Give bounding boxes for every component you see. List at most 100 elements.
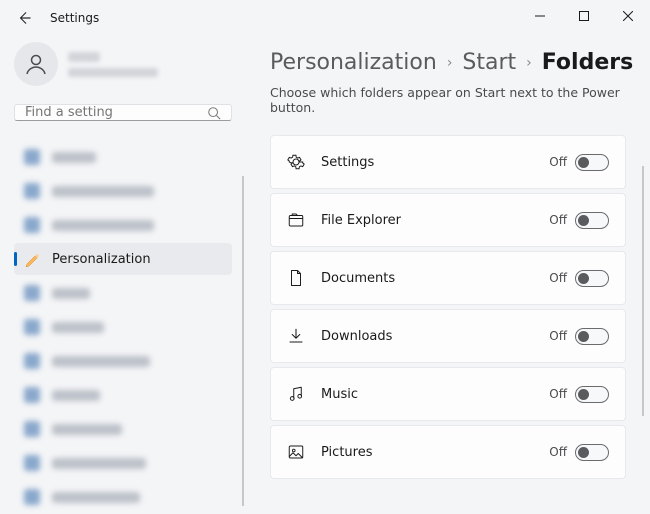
sidebar-item[interactable] bbox=[14, 175, 232, 207]
window-controls bbox=[518, 0, 650, 36]
user-name-redacted bbox=[68, 52, 100, 62]
search-box[interactable] bbox=[14, 104, 232, 121]
user-meta bbox=[68, 52, 158, 77]
toggle-knob bbox=[578, 447, 589, 458]
sidebar-item[interactable] bbox=[14, 209, 232, 241]
folder-label: File Explorer bbox=[321, 213, 549, 228]
sidebar-item[interactable] bbox=[14, 481, 232, 513]
toggle-state: Off bbox=[549, 213, 567, 227]
toggle-knob bbox=[578, 389, 589, 400]
redacted-label bbox=[52, 220, 154, 231]
folder-card-file-explorer: File Explorer Off bbox=[270, 193, 626, 247]
person-icon bbox=[24, 52, 48, 76]
folder-card-settings: Settings Off bbox=[270, 135, 626, 189]
redacted-label bbox=[52, 458, 146, 469]
toggle-state: Off bbox=[549, 387, 567, 401]
toggle-knob bbox=[578, 157, 589, 168]
redacted-icon bbox=[24, 217, 40, 233]
sidebar-item[interactable] bbox=[14, 277, 232, 309]
close-button[interactable] bbox=[606, 0, 650, 32]
arrow-left-icon bbox=[17, 11, 31, 25]
folder-icon bbox=[287, 211, 305, 229]
redacted-label bbox=[52, 322, 104, 333]
toggle-state: Off bbox=[549, 445, 567, 459]
toggle-switch[interactable] bbox=[575, 386, 609, 403]
redacted-icon bbox=[24, 421, 40, 437]
folder-card-music: Music Off bbox=[270, 367, 626, 421]
chevron-right-icon: › bbox=[447, 55, 453, 71]
sidebar: Personalization bbox=[0, 36, 246, 514]
personalization-icon bbox=[24, 251, 40, 267]
crumb-personalization[interactable]: Personalization bbox=[270, 50, 437, 75]
folder-label: Documents bbox=[321, 271, 549, 286]
download-icon bbox=[287, 327, 305, 345]
redacted-label bbox=[52, 152, 96, 163]
redacted-icon bbox=[24, 183, 40, 199]
toggle-knob bbox=[578, 331, 589, 342]
document-icon bbox=[287, 269, 305, 287]
main-scrollbar[interactable] bbox=[642, 166, 644, 416]
redacted-label bbox=[52, 288, 90, 299]
sidebar-item-personalization[interactable]: Personalization bbox=[14, 243, 232, 275]
redacted-icon bbox=[24, 489, 40, 505]
crumb-start[interactable]: Start bbox=[462, 50, 516, 75]
redacted-icon bbox=[24, 149, 40, 165]
sidebar-scrollbar[interactable] bbox=[242, 176, 244, 506]
minimize-icon bbox=[535, 11, 545, 21]
folder-label: Settings bbox=[321, 155, 549, 170]
minimize-button[interactable] bbox=[518, 0, 562, 32]
redacted-icon bbox=[24, 319, 40, 335]
folder-label: Music bbox=[321, 387, 549, 402]
sidebar-item[interactable] bbox=[14, 141, 232, 173]
redacted-label bbox=[52, 186, 154, 197]
toggle-switch[interactable] bbox=[575, 154, 609, 171]
main-panel: Personalization › Start › Folders Choose… bbox=[246, 36, 650, 514]
maximize-icon bbox=[579, 11, 589, 21]
toggle-state: Off bbox=[549, 329, 567, 343]
maximize-button[interactable] bbox=[562, 0, 606, 32]
user-block[interactable] bbox=[14, 42, 232, 86]
window-title: Settings bbox=[50, 11, 99, 25]
folder-card-downloads: Downloads Off bbox=[270, 309, 626, 363]
toggle-state: Off bbox=[549, 155, 567, 169]
chevron-right-icon: › bbox=[526, 55, 532, 71]
toggle-switch[interactable] bbox=[575, 444, 609, 461]
avatar bbox=[14, 42, 58, 86]
redacted-icon bbox=[24, 387, 40, 403]
user-email-redacted bbox=[68, 68, 158, 77]
toggle-knob bbox=[578, 273, 589, 284]
redacted-icon bbox=[24, 285, 40, 301]
search-icon bbox=[207, 106, 221, 120]
redacted-label bbox=[52, 356, 150, 367]
settings-icon bbox=[287, 153, 305, 171]
redacted-icon bbox=[24, 455, 40, 471]
sidebar-item[interactable] bbox=[14, 413, 232, 445]
folder-card-list: Settings Off File Explorer Off Documents… bbox=[270, 135, 626, 479]
toggle-switch[interactable] bbox=[575, 212, 609, 229]
back-button[interactable] bbox=[14, 8, 34, 28]
folder-label: Pictures bbox=[321, 445, 549, 460]
sidebar-item[interactable] bbox=[14, 379, 232, 411]
sidebar-item[interactable] bbox=[14, 311, 232, 343]
titlebar: Settings bbox=[0, 0, 650, 36]
sidebar-item-label: Personalization bbox=[52, 252, 151, 267]
redacted-label bbox=[52, 390, 100, 401]
toggle-switch[interactable] bbox=[575, 328, 609, 345]
breadcrumb: Personalization › Start › Folders bbox=[270, 50, 626, 75]
toggle-knob bbox=[578, 215, 589, 226]
redacted-label bbox=[52, 424, 122, 435]
folder-label: Downloads bbox=[321, 329, 549, 344]
crumb-current: Folders bbox=[542, 50, 633, 75]
search-input[interactable] bbox=[25, 105, 207, 120]
redacted-icon bbox=[24, 353, 40, 369]
folder-card-documents: Documents Off bbox=[270, 251, 626, 305]
sidebar-item[interactable] bbox=[14, 345, 232, 377]
toggle-switch[interactable] bbox=[575, 270, 609, 287]
close-icon bbox=[623, 11, 633, 21]
sidebar-item[interactable] bbox=[14, 447, 232, 479]
redacted-label bbox=[52, 492, 140, 503]
folder-card-pictures: Pictures Off bbox=[270, 425, 626, 479]
toggle-state: Off bbox=[549, 271, 567, 285]
music-icon bbox=[287, 385, 305, 403]
nav-list: Personalization bbox=[14, 141, 232, 513]
